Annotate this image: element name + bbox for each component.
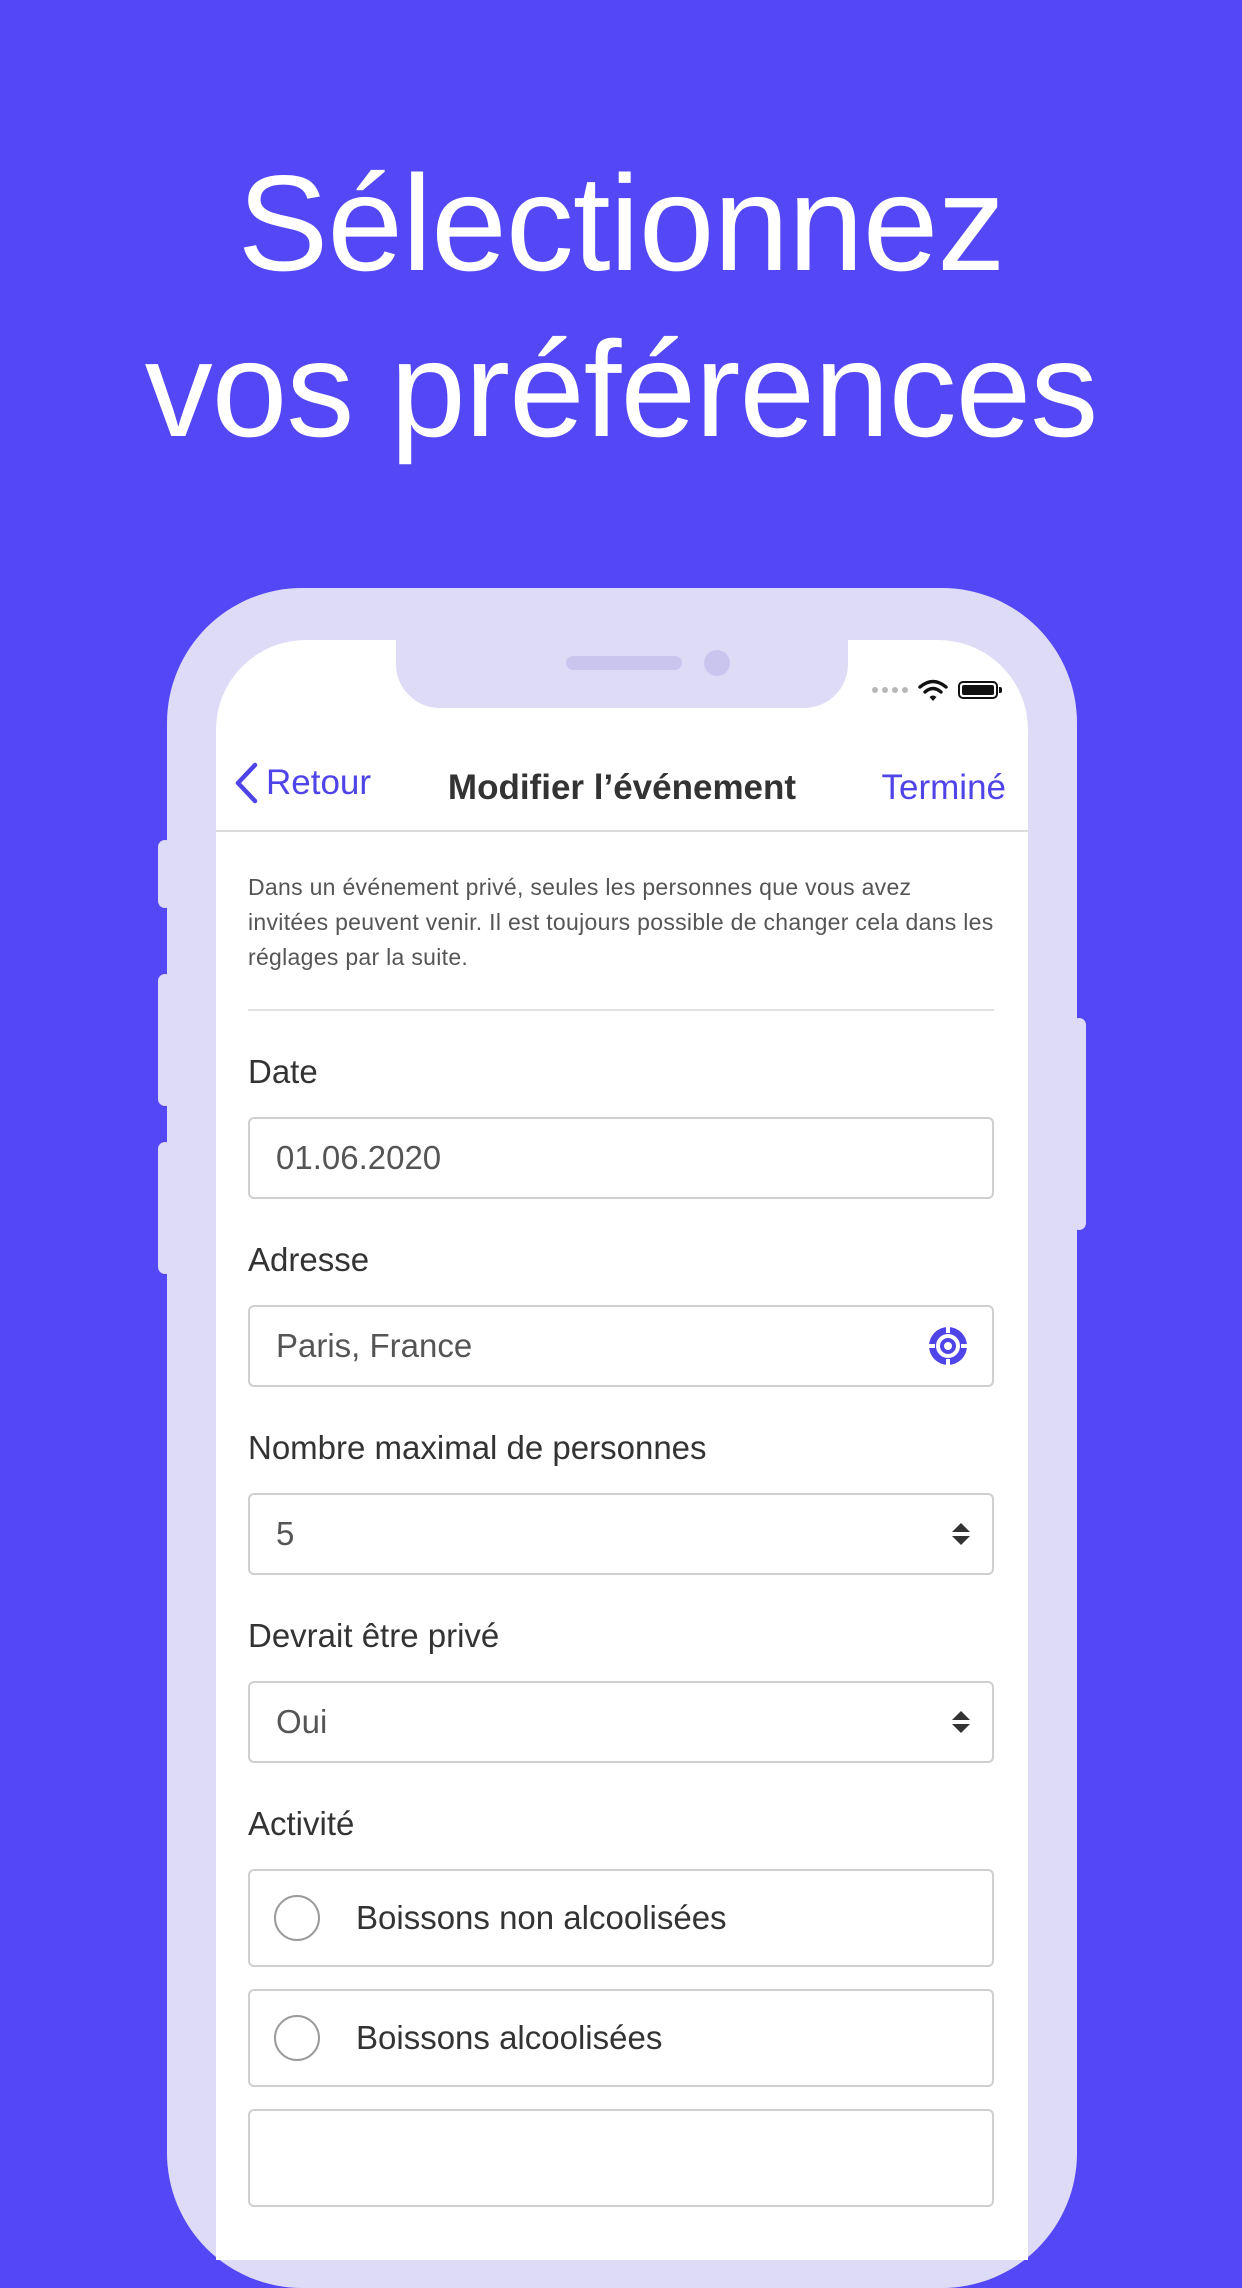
- front-camera: [704, 650, 730, 676]
- locate-icon[interactable]: [926, 1324, 970, 1368]
- date-input[interactable]: 01.06.2020: [248, 1117, 994, 1199]
- headline-line-2: vos préférences: [144, 313, 1099, 465]
- max-people-label: Nombre maximal de personnes: [248, 1429, 707, 1466]
- form-content: Dans un événement privé, seules les pers…: [248, 870, 994, 2229]
- signal-dots-icon: [872, 687, 908, 693]
- speaker-grille: [566, 656, 682, 670]
- navigation-bar: Retour Modifier l’événement Terminé: [216, 750, 1028, 832]
- date-field: Date 01.06.2020: [248, 1053, 994, 1199]
- headline: Sélectionnez vos préférences: [0, 140, 1242, 472]
- info-text: Dans un événement privé, seules les pers…: [248, 870, 994, 1011]
- address-label: Adresse: [248, 1241, 370, 1278]
- activity-label: Activité: [248, 1805, 355, 1842]
- updown-icon: [952, 1711, 970, 1733]
- phone-power-button: [1072, 1018, 1086, 1230]
- radio-button[interactable]: [274, 1895, 320, 1941]
- date-label: Date: [248, 1053, 318, 1090]
- private-field: Devrait être privé Oui: [248, 1617, 994, 1763]
- phone-volume-down-button: [158, 1142, 172, 1274]
- activity-option-next[interactable]: [248, 2109, 994, 2207]
- done-button[interactable]: Terminé: [882, 768, 1006, 808]
- phone-screen: Retour Modifier l’événement Terminé Dans…: [216, 640, 1028, 2260]
- phone-silent-switch: [158, 840, 172, 908]
- max-people-field: Nombre maximal de personnes 5: [248, 1429, 994, 1575]
- activity-option-soft-drinks[interactable]: Boissons non alcoolisées: [248, 1869, 994, 1967]
- private-value: Oui: [276, 1703, 328, 1740]
- max-people-value: 5: [276, 1515, 295, 1552]
- address-value: Paris, France: [276, 1327, 473, 1364]
- headline-line-1: Sélectionnez: [237, 147, 1006, 299]
- wifi-icon: [918, 679, 948, 701]
- private-select[interactable]: Oui: [248, 1681, 994, 1763]
- activity-option-label: Boissons non alcoolisées: [356, 1899, 727, 1936]
- address-input[interactable]: Paris, France: [248, 1305, 994, 1387]
- activity-field: Activité Boissons non alcoolisées Boisso…: [248, 1805, 994, 2207]
- activity-option-label: Boissons alcoolisées: [356, 2019, 663, 2056]
- radio-button[interactable]: [274, 2015, 320, 2061]
- status-bar-icons: [872, 678, 1002, 702]
- activity-option-alcoholic-drinks[interactable]: Boissons alcoolisées: [248, 1989, 994, 2087]
- battery-icon: [958, 681, 1002, 699]
- private-label: Devrait être privé: [248, 1617, 500, 1654]
- max-people-select[interactable]: 5: [248, 1493, 994, 1575]
- date-value: 01.06.2020: [276, 1139, 442, 1176]
- phone-notch: [396, 640, 848, 708]
- updown-icon: [952, 1523, 970, 1545]
- phone-volume-up-button: [158, 974, 172, 1106]
- address-field: Adresse Paris, France: [248, 1241, 994, 1387]
